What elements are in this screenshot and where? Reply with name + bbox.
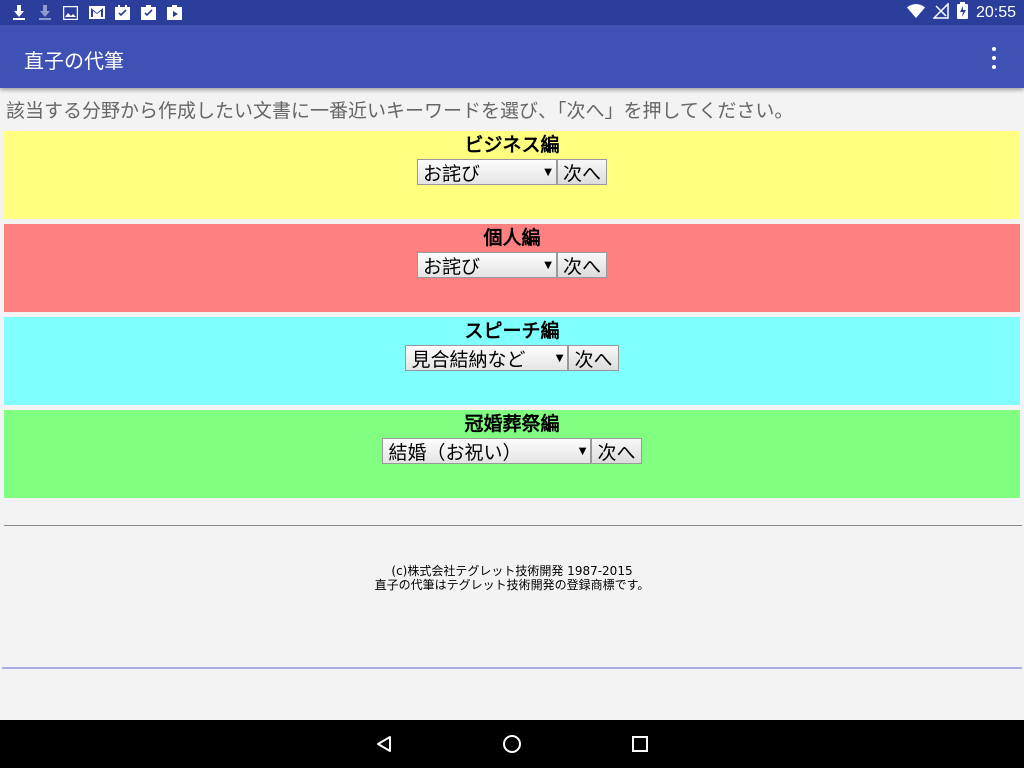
footer-divider (2, 667, 1022, 669)
no-signal-icon (932, 1, 949, 23)
navigation-bar (0, 720, 1024, 768)
next-button[interactable]: 次へ (556, 159, 607, 185)
section-title: 冠婚葬祭編 (464, 413, 560, 435)
keyword-select[interactable]: お詫び ▼ (416, 252, 557, 278)
more-vert-icon[interactable] (986, 47, 1002, 69)
keyword-select[interactable]: 結婚（お祝い） ▼ (382, 438, 592, 464)
battery-charging-icon (956, 2, 968, 23)
footer: (c)株式会社テグレット技術開発 1987-2015 直子の代筆はテグレット技術… (0, 564, 1024, 592)
next-button[interactable]: 次へ (556, 252, 607, 278)
calendar-check-icon (114, 4, 131, 21)
next-button[interactable]: 次へ (591, 438, 642, 464)
section-title: ビジネス編 (464, 134, 560, 156)
trademark-text: 直子の代筆はテグレット技術開発の登録商標です。 (374, 578, 650, 592)
keyword-select[interactable]: 見合結納など ▼ (405, 345, 569, 371)
select-value: お詫び (422, 255, 480, 278)
home-icon[interactable] (500, 732, 524, 756)
web-content: 該当する分野から作成したい文書に一番近いキーワードを選び、「次へ」を押してくださ… (0, 88, 1024, 720)
divider (4, 525, 1022, 526)
recents-icon[interactable] (628, 732, 652, 756)
keyword-select[interactable]: お詫び ▼ (416, 159, 557, 185)
section-title: 個人編 (483, 227, 541, 249)
copyright-text: (c)株式会社テグレット技術開発 1987-2015 (391, 564, 633, 578)
clock: 20:55 (975, 3, 1016, 21)
dropdown-arrow-icon: ▼ (544, 259, 552, 271)
app-bar: 直子の代筆 (0, 25, 1024, 88)
dropdown-arrow-icon: ▼ (578, 445, 587, 457)
select-value: 見合結納など (411, 348, 526, 371)
select-value: 結婚（お祝い） (388, 441, 522, 464)
select-value: お詫び (422, 162, 480, 185)
status-bar: 20:55 (0, 0, 1024, 25)
calendar-play-icon (166, 4, 183, 21)
notification-icons (10, 4, 183, 21)
section-title: スピーチ編 (464, 320, 560, 342)
back-icon[interactable] (372, 732, 396, 756)
gmail-icon (88, 4, 105, 21)
dropdown-arrow-icon: ▼ (555, 352, 564, 364)
download-icon (10, 4, 27, 21)
section-personal: 個人編 お詫び ▼ 次へ (4, 224, 1020, 312)
download-faded-icon (36, 4, 53, 21)
wifi-icon (906, 3, 925, 22)
dropdown-arrow-icon: ▼ (544, 166, 552, 178)
instruction-text: 該当する分野から作成したい文書に一番近いキーワードを選び、「次へ」を押してくださ… (6, 100, 794, 122)
image-icon (62, 4, 79, 21)
system-status: 20:55 (906, 1, 1016, 23)
app-title: 直子の代筆 (24, 49, 124, 73)
section-ceremony: 冠婚葬祭編 結婚（お祝い） ▼ 次へ (4, 410, 1020, 498)
section-speech: スピーチ編 見合結納など ▼ 次へ (4, 317, 1020, 405)
clipboard-check-icon (140, 4, 157, 21)
section-business: ビジネス編 お詫び ▼ 次へ (4, 131, 1020, 219)
next-button[interactable]: 次へ (568, 345, 619, 371)
